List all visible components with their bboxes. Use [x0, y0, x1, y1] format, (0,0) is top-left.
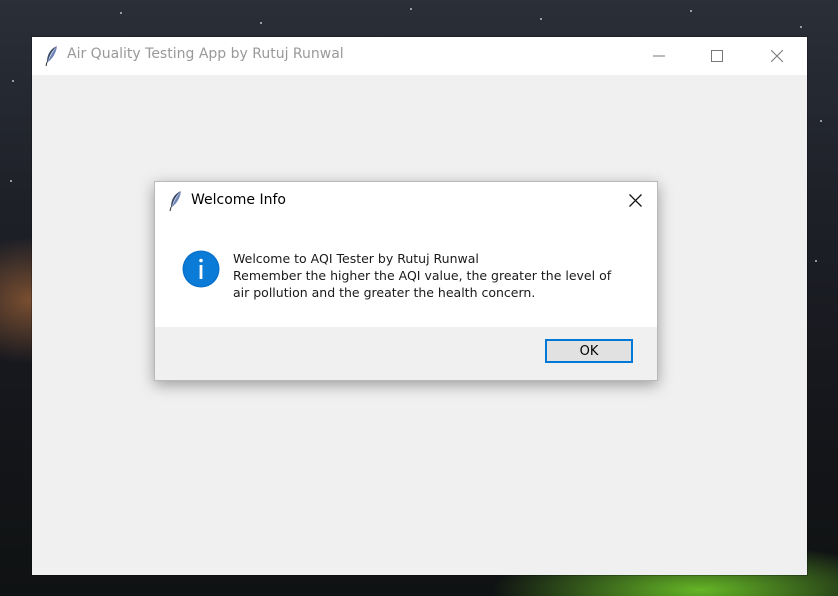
dialog-body: Welcome to AQI Tester by Rutuj Runwal Re…: [155, 220, 657, 327]
dialog-titlebar[interactable]: Welcome Info: [155, 182, 657, 220]
message-line: air pollution and the greater the health…: [233, 285, 536, 300]
main-window-titlebar[interactable]: Air Quality Testing App by Rutuj Runwal: [32, 37, 807, 75]
close-icon: [628, 192, 642, 211]
close-icon: [770, 47, 784, 66]
maximize-icon: [711, 47, 723, 66]
maximize-button[interactable]: [688, 37, 746, 75]
welcome-dialog: Welcome Info Welcome to AQI Tester by Ru…: [154, 181, 658, 381]
minimize-icon: [653, 47, 665, 66]
window-title: Air Quality Testing App by Rutuj Runwal: [67, 46, 344, 62]
dialog-close-button[interactable]: [613, 182, 657, 220]
close-button[interactable]: [748, 37, 806, 75]
dialog-title: Welcome Info: [191, 192, 286, 208]
feather-icon: [168, 190, 184, 212]
dialog-message: Welcome to AQI Tester by Rutuj Runwal Re…: [233, 250, 643, 301]
info-icon: [182, 250, 220, 288]
feather-icon: [44, 45, 60, 67]
message-line: Remember the higher the AQI value, the g…: [233, 268, 612, 283]
ok-button[interactable]: OK: [545, 339, 633, 363]
minimize-button[interactable]: [630, 37, 688, 75]
message-line: Welcome to AQI Tester by Rutuj Runwal: [233, 251, 479, 266]
